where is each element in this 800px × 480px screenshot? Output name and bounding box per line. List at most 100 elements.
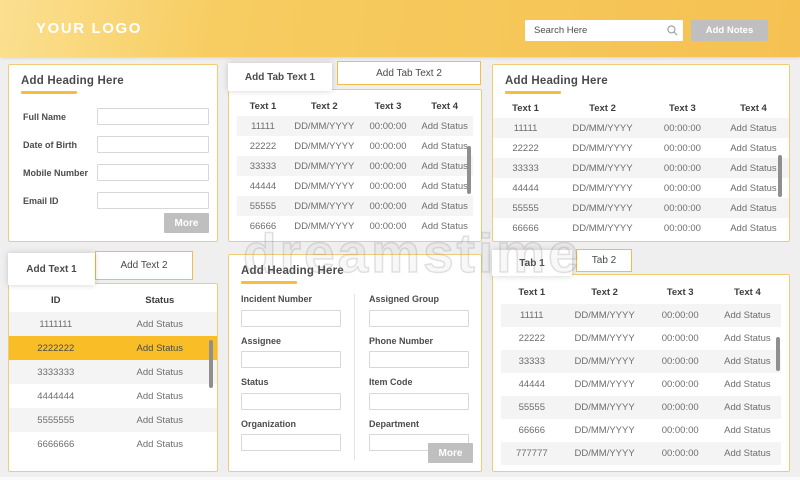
- column-header: Text 4: [416, 101, 473, 112]
- table-cell: 44444: [237, 181, 289, 192]
- tab-1[interactable]: Tab 1: [492, 250, 572, 276]
- table-row[interactable]: 33333DD/MM/YYYY00:00:00Add Status: [501, 350, 781, 373]
- table-row[interactable]: 11111DD/MM/YYYY00:00:00Add Status: [493, 118, 789, 138]
- table-cell: 11111: [493, 123, 558, 134]
- table-cell: 11111: [237, 121, 289, 132]
- table-cell: 00:00:00: [647, 333, 714, 344]
- logo: YOUR LOGO: [36, 20, 142, 37]
- table-row[interactable]: 33333DD/MM/YYYY00:00:00Add Status: [237, 156, 473, 176]
- table-row[interactable]: 55555DD/MM/YYYY00:00:00Add Status: [237, 196, 473, 216]
- panel-id-status-list: IDStatus1111111Add Status2222222Add Stat…: [8, 283, 218, 472]
- scrollbar-thumb[interactable]: [778, 155, 782, 197]
- form-field: Phone Number: [369, 336, 469, 369]
- table-row[interactable]: 44444DD/MM/YYYY00:00:00Add Status: [237, 176, 473, 196]
- search-input[interactable]: [534, 25, 666, 36]
- table-row[interactable]: 66666DD/MM/YYYY00:00:00Add Status: [237, 216, 473, 236]
- table-cell: DD/MM/YYYY: [558, 163, 647, 174]
- table-cell: 00:00:00: [647, 183, 718, 194]
- table-row[interactable]: 3333333Add Status: [9, 360, 217, 384]
- panel-tab-table-2: Text 1Text 2Text 3Text 411111DD/MM/YYYY0…: [492, 274, 790, 472]
- data-table: Text 1Text 2Text 3Text 411111DD/MM/YYYY0…: [229, 90, 481, 236]
- table-header-row: Text 1Text 2Text 3Text 4: [493, 98, 789, 118]
- field-label: Phone Number: [369, 336, 469, 346]
- tab-add-tab-text-2[interactable]: Add Tab Text 2: [337, 61, 481, 85]
- table-cell: 00:00:00: [647, 143, 718, 154]
- form-field: Organization: [241, 419, 341, 452]
- field-input[interactable]: [241, 393, 341, 410]
- table-row[interactable]: 22222DD/MM/YYYY00:00:00Add Status: [237, 136, 473, 156]
- table-cell: DD/MM/YYYY: [289, 201, 360, 212]
- tab-add-text-2[interactable]: Add Text 2: [95, 251, 193, 280]
- data-table: Text 1Text 2Text 3Text 411111DD/MM/YYYY0…: [493, 94, 789, 238]
- scrollbar-thumb[interactable]: [776, 337, 780, 371]
- field-input[interactable]: [369, 310, 469, 327]
- table-row[interactable]: 11111DD/MM/YYYY00:00:00Add Status: [501, 304, 781, 327]
- table-cell: 55555: [501, 402, 563, 413]
- data-table: Text 1Text 2Text 3Text 411111DD/MM/YYYY0…: [493, 275, 789, 465]
- form-column-left: Incident NumberAssigneeStatusOrganizatio…: [241, 294, 354, 460]
- field-input[interactable]: [97, 108, 209, 125]
- table-row[interactable]: 66666DD/MM/YYYY00:00:00Add Status: [493, 218, 789, 238]
- field-label: Date of Birth: [17, 140, 97, 150]
- table-row[interactable]: 55555DD/MM/YYYY00:00:00Add Status: [501, 396, 781, 419]
- table-row[interactable]: 66666DD/MM/YYYY00:00:00Add Status: [501, 419, 781, 442]
- table-cell: 55555: [237, 201, 289, 212]
- table-cell: Add Status: [718, 123, 789, 134]
- tab-add-tab-text-1[interactable]: Add Tab Text 1: [228, 63, 332, 91]
- table-row[interactable]: 1111111Add Status: [9, 312, 217, 336]
- table-cell: Add Status: [714, 425, 781, 436]
- table-row[interactable]: 22222DD/MM/YYYY00:00:00Add Status: [501, 327, 781, 350]
- scrollbar-thumb[interactable]: [209, 340, 213, 388]
- field-input[interactable]: [241, 434, 341, 451]
- table-row[interactable]: 44444DD/MM/YYYY00:00:00Add Status: [501, 373, 781, 396]
- field-input[interactable]: [369, 393, 469, 410]
- table-cell: DD/MM/YYYY: [558, 223, 647, 234]
- more-button[interactable]: More: [164, 213, 209, 233]
- table-cell: Add Status: [103, 343, 217, 354]
- table-cell: Add Status: [103, 319, 217, 330]
- table-cell: 00:00:00: [647, 123, 718, 134]
- field-input[interactable]: [241, 310, 341, 327]
- tab-2[interactable]: Tab 2: [576, 249, 632, 272]
- table-row[interactable]: 55555DD/MM/YYYY00:00:00Add Status: [493, 198, 789, 218]
- table-cell: 22222: [501, 333, 563, 344]
- field-input[interactable]: [241, 351, 341, 368]
- table-cell: 00:00:00: [647, 425, 714, 436]
- table-row[interactable]: 2222222Add Status: [9, 336, 217, 360]
- table-row[interactable]: 33333DD/MM/YYYY00:00:00Add Status: [493, 158, 789, 178]
- field-input[interactable]: [97, 164, 209, 181]
- table-cell: Add Status: [714, 333, 781, 344]
- table-row[interactable]: 4444444Add Status: [9, 384, 217, 408]
- table-row[interactable]: 44444DD/MM/YYYY00:00:00Add Status: [493, 178, 789, 198]
- table-cell: Add Status: [416, 201, 473, 212]
- field-input[interactable]: [97, 136, 209, 153]
- table-cell: Add Status: [103, 415, 217, 426]
- column-header: Text 2: [558, 103, 647, 114]
- table-cell: 00:00:00: [360, 181, 417, 192]
- tab-add-text-1[interactable]: Add Text 1: [8, 253, 95, 285]
- table-cell: 66666: [237, 221, 289, 232]
- search-icon[interactable]: [666, 24, 679, 37]
- table-row[interactable]: 5555555Add Status: [9, 408, 217, 432]
- column-header: Text 1: [501, 287, 563, 298]
- column-header: Text 4: [718, 103, 789, 114]
- table-cell: DD/MM/YYYY: [558, 123, 647, 134]
- table-cell: 777777: [501, 448, 563, 459]
- table-row[interactable]: 6666666Add Status: [9, 432, 217, 456]
- table-cell: Add Status: [416, 221, 473, 232]
- table-cell: DD/MM/YYYY: [289, 121, 360, 132]
- form-field: Date of Birth: [17, 136, 209, 153]
- table-cell: 44444: [501, 379, 563, 390]
- table-row[interactable]: 22222DD/MM/YYYY00:00:00Add Status: [493, 138, 789, 158]
- scrollbar-thumb[interactable]: [467, 146, 471, 194]
- table-row[interactable]: 777777DD/MM/YYYY00:00:00Add Status: [501, 442, 781, 465]
- field-label: Status: [241, 377, 341, 387]
- field-input[interactable]: [369, 351, 469, 368]
- add-notes-button[interactable]: Add Notes: [691, 20, 768, 41]
- search-box[interactable]: [525, 20, 683, 41]
- table-cell: Add Status: [718, 143, 789, 154]
- table-cell: Add Status: [103, 367, 217, 378]
- table-row[interactable]: 11111DD/MM/YYYY00:00:00Add Status: [237, 116, 473, 136]
- more-button[interactable]: More: [428, 443, 473, 463]
- field-input[interactable]: [97, 192, 209, 209]
